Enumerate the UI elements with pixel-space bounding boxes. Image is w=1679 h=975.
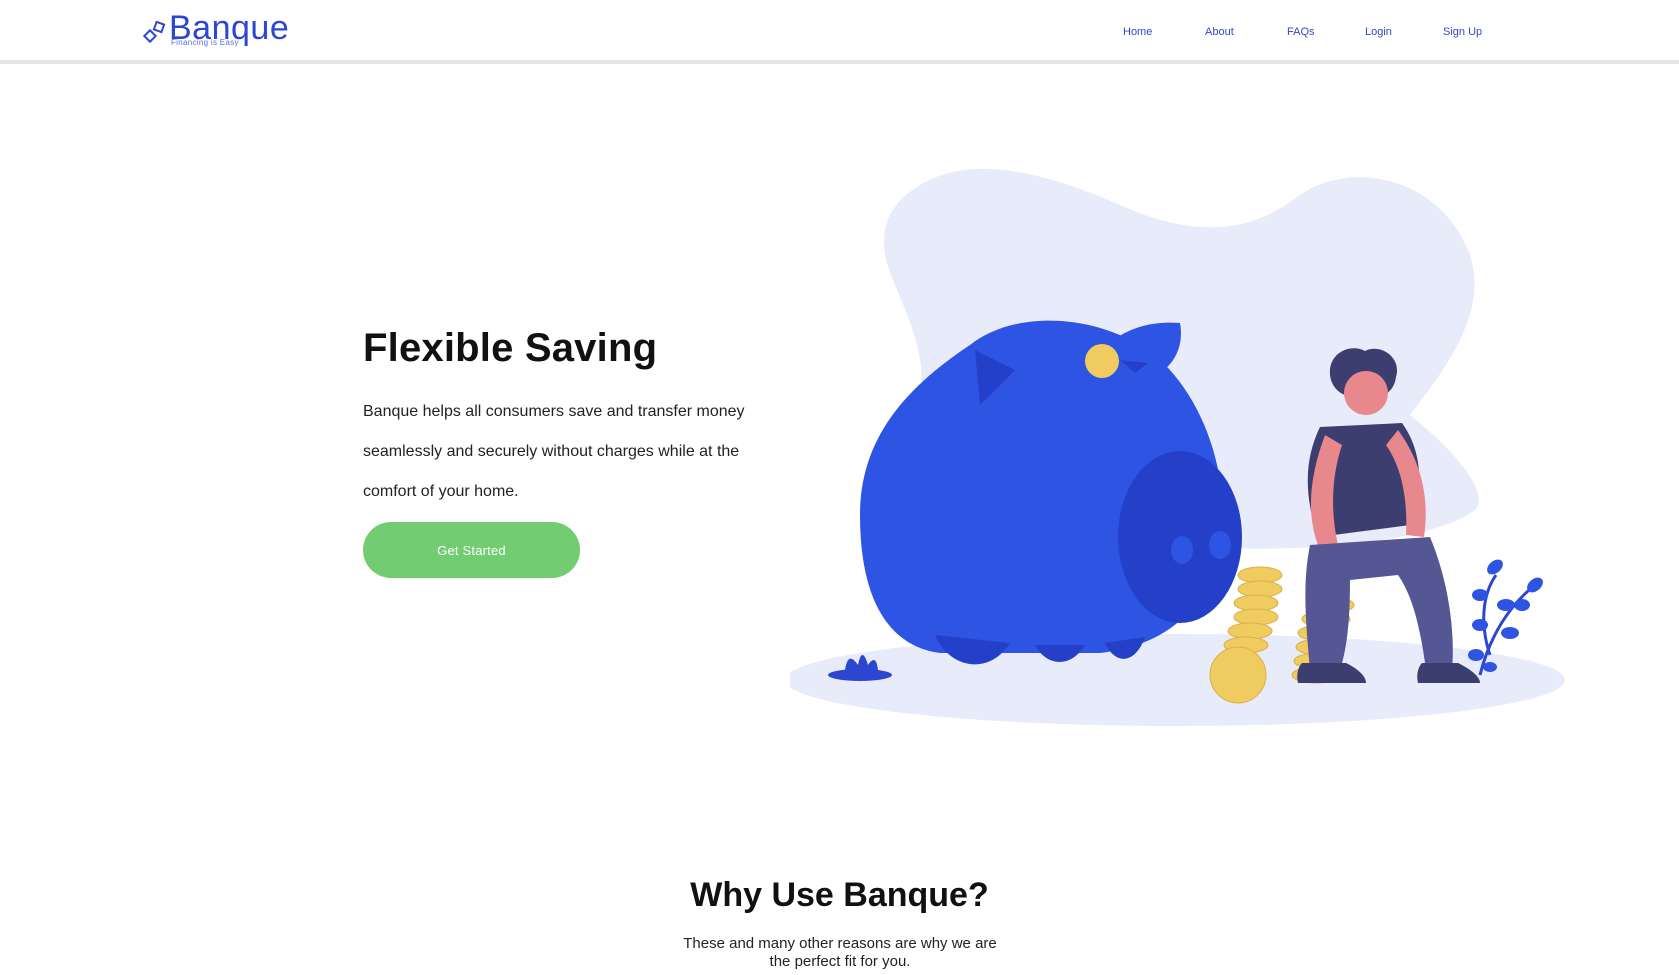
get-started-button[interactable]: Get Started bbox=[363, 522, 580, 578]
hero-description: Banque helps all consumers save and tran… bbox=[363, 403, 745, 500]
nav-login[interactable]: Login bbox=[1365, 26, 1392, 38]
hero-title: Flexible Saving bbox=[363, 326, 658, 370]
page: Banque Financing is Easy Home About FAQs… bbox=[0, 0, 1679, 975]
nav-home[interactable]: Home bbox=[1123, 26, 1152, 38]
why-section-title: Why Use Banque? bbox=[690, 876, 989, 914]
nav-faqs[interactable]: FAQs bbox=[1287, 26, 1315, 38]
main-nav: Home About FAQs Login Sign Up bbox=[0, 26, 1679, 42]
nav-about[interactable]: About bbox=[1205, 26, 1234, 38]
site-header: Banque Financing is Easy Home About FAQs… bbox=[0, 0, 1679, 64]
piggy-bank-illustration bbox=[790, 168, 1565, 726]
why-section-subtitle: These and many other reasons are why we … bbox=[683, 935, 997, 970]
nav-sign-up[interactable]: Sign Up bbox=[1443, 26, 1482, 38]
